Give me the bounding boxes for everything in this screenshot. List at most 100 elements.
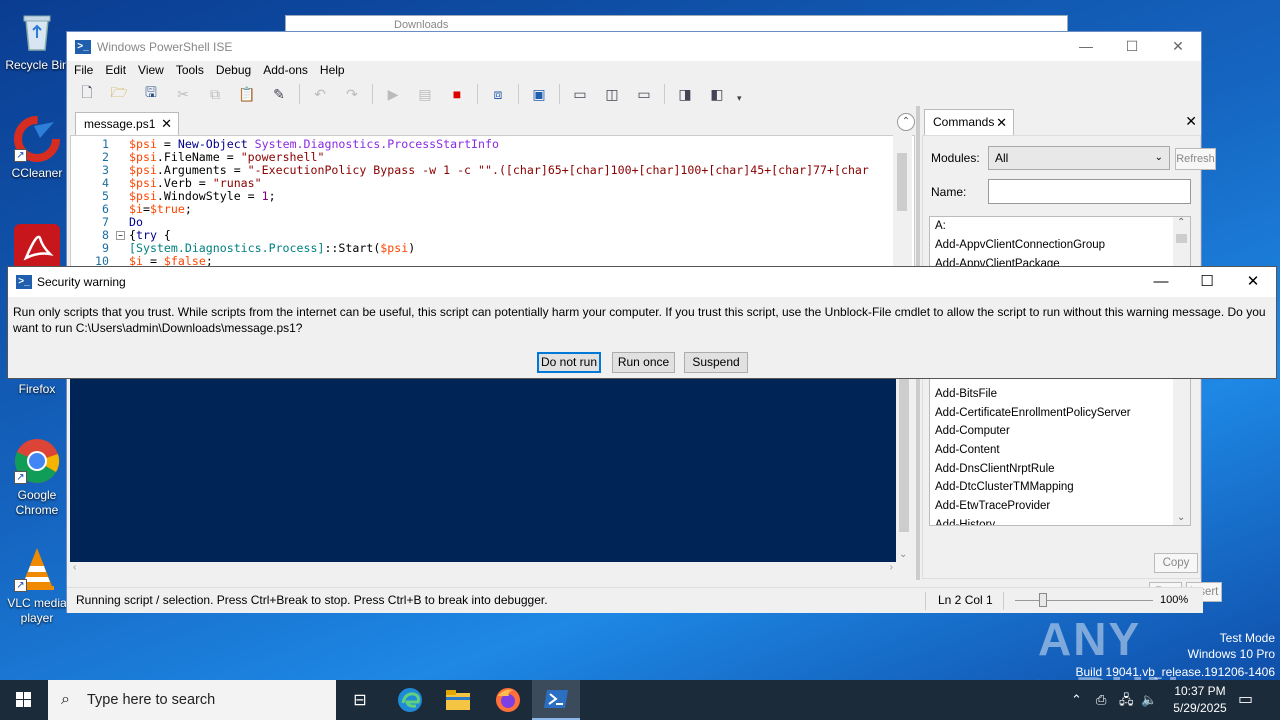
menu-debug[interactable]: Debug <box>210 63 257 77</box>
taskbar-clock[interactable]: 10:37 PM 5/29/2025 <box>1160 683 1240 717</box>
ise-title-bar[interactable]: >_ Windows PowerShell ISE — ☐ ✕ <box>67 32 1201 61</box>
task-view-icon[interactable]: ⊟ <box>336 680 384 720</box>
start-powershell-icon[interactable]: ▣ <box>527 83 551 105</box>
show-command-addon-icon[interactable]: ◧ <box>705 83 729 105</box>
list-item[interactable]: Add-Content <box>935 441 1000 459</box>
copy-button[interactable]: Copy <box>1154 553 1198 573</box>
scroll-left-icon[interactable]: ‹ <box>73 562 76 573</box>
list-item[interactable]: Add-History <box>935 516 995 525</box>
shortcut-arrow-icon: ↗ <box>14 579 27 592</box>
taskbar-search[interactable]: ⌕ Type here to search <box>48 680 336 720</box>
menu-tools[interactable]: Tools <box>170 63 210 77</box>
close-tab-icon[interactable]: ✕ <box>996 110 1007 135</box>
windows-edition-label: Windows 10 Pro <box>1187 647 1275 661</box>
network-icon[interactable]: 🖧 <box>1119 680 1134 720</box>
refresh-button[interactable]: Refresh <box>1175 148 1216 170</box>
console-horizontal-scrollbar[interactable]: ‹ › <box>70 562 896 576</box>
menu-edit[interactable]: Edit <box>99 63 132 77</box>
menu-view[interactable]: View <box>132 63 170 77</box>
list-item[interactable]: Add-CertificateEnrollmentPolicyServer <box>935 404 1131 422</box>
list-item[interactable]: Add-EtwTraceProvider <box>935 497 1050 515</box>
list-item[interactable]: Add-DtcClusterTMMapping <box>935 478 1074 496</box>
notifications-icon[interactable]: ▭ <box>1238 680 1253 720</box>
new-file-icon[interactable]: 🗋 <box>75 83 99 105</box>
tab-message-ps1[interactable]: message.ps1 ✕ <box>75 112 179 135</box>
status-bar: Running script / selection. Press Ctrl+B… <box>67 587 1203 613</box>
show-hidden-icons-icon[interactable]: ⌃ <box>1071 680 1082 720</box>
edge-icon[interactable] <box>386 680 434 720</box>
zoom-slider[interactable] <box>1015 600 1153 601</box>
list-item[interactable]: Add-Computer <box>935 422 1010 440</box>
status-separator <box>925 592 926 610</box>
zoom-slider-thumb[interactable] <box>1039 593 1047 607</box>
desktop-icon-firefox[interactable]: Firefox <box>2 382 72 397</box>
powershell-ise-taskbar-icon[interactable] <box>532 680 580 720</box>
list-item[interactable]: Add-AppvClientConnectionGroup <box>935 236 1105 254</box>
scroll-up-icon[interactable]: ⌃ <box>1177 217 1185 228</box>
do-not-run-button[interactable]: Do not run <box>537 352 601 373</box>
desktop-icon-ccleaner[interactable]: ↗ CCleaner <box>2 116 72 181</box>
device-icon[interactable]: ⎙ <box>1096 680 1106 720</box>
name-field[interactable] <box>988 179 1191 204</box>
desktop-icon-recycle-bin[interactable]: Recycle Bin <box>2 8 72 73</box>
undo-icon[interactable]: ↶ <box>308 83 332 105</box>
toolbar-separator <box>372 84 373 104</box>
editor-scrollbar[interactable] <box>893 135 912 267</box>
clear-console-icon[interactable]: ✎ <box>267 83 291 105</box>
show-script-max-icon[interactable]: ▭ <box>632 83 656 105</box>
menu-addons[interactable]: Add-ons <box>257 63 314 77</box>
search-icon: ⌕ <box>61 691 70 708</box>
close-button[interactable]: ✕ <box>1230 267 1276 296</box>
scroll-down-icon[interactable]: ⌄ <box>899 549 907 560</box>
minimize-button[interactable]: — <box>1138 267 1184 296</box>
fold-toggle-icon[interactable]: − <box>116 231 125 240</box>
ise-window-title: Windows PowerShell ISE <box>97 39 233 54</box>
list-item[interactable]: A: <box>935 217 946 235</box>
desktop-icon-vlc[interactable]: ↗ VLC media player <box>2 546 72 626</box>
run-once-button[interactable]: Run once <box>612 352 675 373</box>
list-item[interactable]: Add-BitsFile <box>935 385 997 403</box>
script-editor[interactable]: 1 $psi = New-Object System.Diagnostics.Pr… <box>70 135 915 267</box>
run-selection-icon[interactable]: ▤ <box>413 83 437 105</box>
file-explorer-icon[interactable] <box>434 680 482 720</box>
scrollbar-thumb[interactable] <box>1176 234 1187 243</box>
suspend-button[interactable]: Suspend <box>684 352 748 373</box>
chevron-down-icon: ⌄ <box>1154 152 1163 163</box>
toolbar-separator <box>477 84 478 104</box>
close-pane-icon[interactable]: ✕ <box>1185 113 1197 130</box>
remote-powershell-icon[interactable]: ⧈ <box>486 83 510 105</box>
maximize-button[interactable]: ☐ <box>1109 32 1155 61</box>
run-script-icon[interactable]: ▶ <box>381 83 405 105</box>
dialog-title-bar[interactable]: >_ Security warning — ☐ ✕ <box>8 267 1276 297</box>
tab-commands[interactable]: Commands ✕ <box>924 109 1014 135</box>
paste-icon[interactable]: 📋 <box>235 83 259 105</box>
show-command-window-icon[interactable]: ◨ <box>673 83 697 105</box>
close-tab-icon[interactable]: ✕ <box>161 113 172 135</box>
scroll-right-icon[interactable]: › <box>890 562 893 573</box>
scroll-down-icon[interactable]: ⌄ <box>1177 512 1185 523</box>
volume-icon[interactable]: 🔈 <box>1141 680 1157 720</box>
show-script-top-icon[interactable]: ▭ <box>568 83 592 105</box>
start-button[interactable] <box>0 680 48 720</box>
cut-icon[interactable]: ✂ <box>171 83 195 105</box>
firefox-icon[interactable] <box>484 680 532 720</box>
minimize-button[interactable]: — <box>1063 32 1109 61</box>
close-button[interactable]: ✕ <box>1155 32 1201 61</box>
toolbar-overflow-icon[interactable]: ▾ <box>737 93 742 104</box>
copy-icon[interactable]: ⧉ <box>203 83 227 105</box>
open-folder-icon[interactable]: 🗁 <box>107 83 131 105</box>
vlc-icon: ↗ <box>14 546 60 592</box>
save-icon[interactable]: 🖫 <box>139 83 163 105</box>
desktop-icon-chrome[interactable]: ↗ Google Chrome <box>2 438 72 518</box>
scrollbar-thumb[interactable] <box>897 153 907 211</box>
maximize-button[interactable]: ☐ <box>1184 267 1230 296</box>
show-script-right-icon[interactable]: ◫ <box>600 83 624 105</box>
menu-file[interactable]: File <box>67 63 99 77</box>
menu-help[interactable]: Help <box>314 63 351 77</box>
modules-dropdown[interactable]: All ⌄ <box>988 146 1170 170</box>
list-item[interactable]: Add-DnsClientNrptRule <box>935 460 1055 478</box>
collapse-pane-icon[interactable]: ⌃ <box>897 113 915 131</box>
redo-icon[interactable]: ↷ <box>340 83 364 105</box>
stop-icon[interactable]: ■ <box>445 83 469 105</box>
dialog-title: Security warning <box>37 275 126 289</box>
